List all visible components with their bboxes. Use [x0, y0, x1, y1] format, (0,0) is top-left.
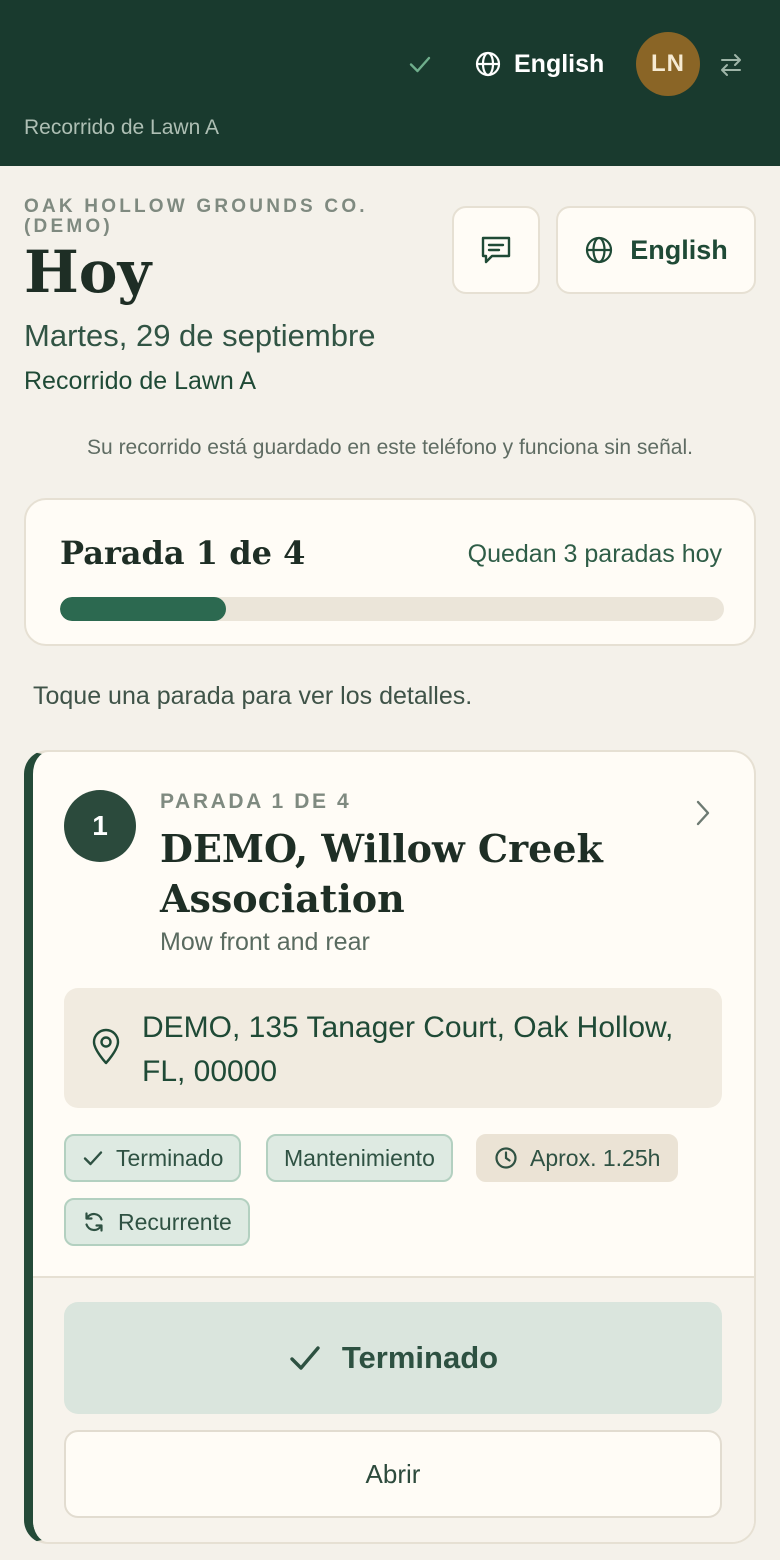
check-icon [290, 1346, 320, 1370]
progress-bar-fill [60, 597, 226, 621]
date-label: Martes, 29 de septiembre [24, 318, 376, 353]
stop-number-badge: 1 [64, 790, 136, 862]
service-type-chip: Mantenimiento [266, 1134, 453, 1182]
chevron-right-icon[interactable] [689, 796, 717, 830]
globe-icon [586, 236, 613, 264]
top-language-label: English [514, 49, 605, 78]
duration-chip: Aprox. 1.25h [476, 1134, 679, 1182]
stop-title: DEMO, Willow Creek Association [160, 826, 603, 921]
recurring-chip: Recurrente [64, 1198, 250, 1246]
language-button-label: English [630, 234, 728, 265]
open-button[interactable]: Abrir [64, 1430, 722, 1518]
avatar[interactable]: LN [636, 32, 700, 96]
offline-note: Su recorrido está guardado en este teléf… [87, 436, 693, 459]
address-box[interactable]: DEMO, 135 Tanager Court, Oak Hollow, FL,… [64, 988, 722, 1108]
service-type-label: Mantenimiento [284, 1144, 435, 1171]
progress-card: Parada 1 de 4 Quedan 3 paradas hoy [24, 498, 756, 646]
page-title: Hoy [24, 238, 152, 306]
status-chip-label: Terminado [116, 1144, 224, 1171]
swap-icon[interactable] [716, 50, 746, 80]
completed-button[interactable]: Terminado [64, 1302, 722, 1414]
progress-bar [60, 597, 724, 621]
stops-remaining: Quedan 3 paradas hoy [467, 540, 722, 568]
stop-card[interactable]: 1 PARADA 1 DE 4 DEMO, Willow Creek Assoc… [24, 750, 756, 1544]
address-text: DEMO, 135 Tanager Court, Oak Hollow, FL,… [142, 1011, 674, 1088]
top-language-switch[interactable]: English [474, 44, 604, 84]
company-name: OAK HOLLOW GROUNDS CO. (DEMO) [24, 196, 368, 237]
map-pin-icon [92, 1028, 120, 1065]
check-icon [83, 1151, 103, 1166]
top-route-label: Recorrido de Lawn A [24, 116, 219, 139]
completed-button-label: Terminado [341, 1340, 499, 1375]
duration-label: Aprox. 1.25h [530, 1144, 661, 1171]
stop-kicker: PARADA 1 DE 4 [160, 790, 352, 813]
globe-icon [475, 51, 501, 77]
top-bar: English LN Recorrido de Lawn A [0, 0, 780, 166]
status-chip: Terminado [64, 1134, 242, 1182]
stop-subtitle: Mow front and rear [160, 928, 370, 956]
language-button[interactable]: English [556, 206, 756, 294]
recurring-label: Recurrente [118, 1208, 232, 1235]
sync-check-icon [409, 56, 431, 73]
route-name: Recorrido de Lawn A [24, 367, 257, 395]
refresh-icon [85, 1212, 103, 1232]
message-icon [481, 236, 511, 264]
progress-title: Parada 1 de 4 [60, 534, 306, 572]
clock-icon [495, 1147, 517, 1169]
messages-button[interactable] [452, 206, 540, 294]
tap-hint: Toque una parada para ver los detalles. [33, 682, 473, 710]
